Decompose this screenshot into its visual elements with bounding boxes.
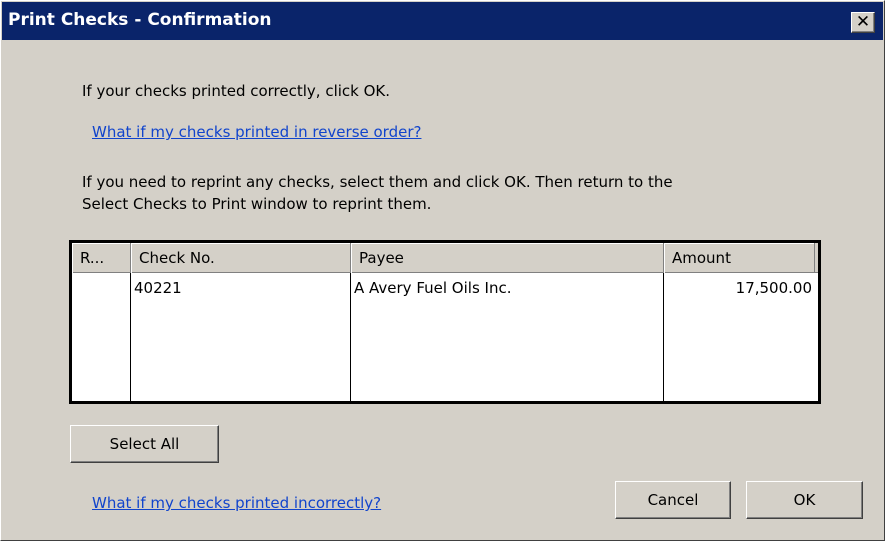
column-header-check-no[interactable]: Check No. <box>131 243 351 273</box>
cancel-button[interactable]: Cancel <box>615 481 731 519</box>
payee-cell[interactable]: A Avery Fuel Oils Inc. <box>354 279 511 297</box>
select-all-button[interactable]: Select All <box>70 425 219 463</box>
column-header-payee[interactable]: Payee <box>351 243 664 273</box>
amount-cell[interactable]: 17,500.00 <box>664 279 812 297</box>
check-no-cell[interactable]: 40221 <box>134 279 182 297</box>
printed-incorrectly-link[interactable]: What if my checks printed incorrectly? <box>92 494 381 512</box>
column-divider <box>130 273 131 401</box>
column-divider <box>350 273 351 401</box>
ok-button[interactable]: OK <box>746 481 863 519</box>
grid-header: R... Check No. Payee Amount <box>72 243 818 273</box>
dialog-title: Print Checks - Confirmation <box>8 10 272 30</box>
printed-correctly-text: If your checks printed correctly, click … <box>82 82 391 100</box>
close-icon: ✕ <box>855 12 871 32</box>
checks-grid[interactable]: R... Check No. Payee Amount 40221 A Aver… <box>69 240 821 404</box>
print-checks-dialog: Print Checks - Confirmation ✕ If your ch… <box>0 0 885 541</box>
reprint-instructions-line1: If you need to reprint any checks, selec… <box>82 173 673 191</box>
reverse-order-link[interactable]: What if my checks printed in reverse ord… <box>92 123 421 141</box>
title-bar[interactable]: Print Checks - Confirmation ✕ <box>2 2 883 40</box>
reprint-instructions-line2: Select Checks to Print window to reprint… <box>82 195 432 213</box>
close-button[interactable]: ✕ <box>851 12 875 33</box>
column-header-reprint[interactable]: R... <box>72 243 131 273</box>
column-header-amount[interactable]: Amount <box>664 243 815 273</box>
